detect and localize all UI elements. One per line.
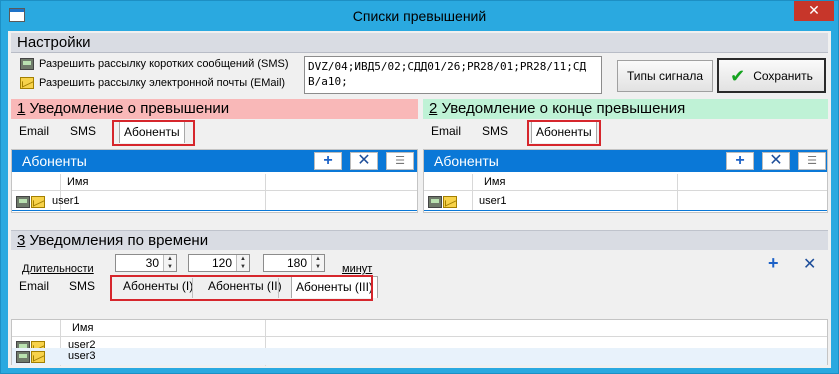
divider	[12, 190, 417, 191]
spin-arrows-icon[interactable]: ▲ ▼	[311, 255, 324, 271]
app-window: Списки превышений ✕ Настройки Разрешить …	[0, 0, 839, 374]
plus-icon: +	[768, 253, 779, 273]
minutes-label: минут	[342, 263, 373, 275]
duration-value: 120	[211, 256, 232, 270]
signal-codes-field[interactable]: DVZ/04;ИВД5/02;СДД01/26;PR28/01;PR28/11;…	[304, 56, 602, 94]
mail-icon	[31, 350, 45, 363]
phone-icon	[16, 350, 30, 363]
list-button[interactable]: ☰	[386, 152, 414, 170]
column-header-name: Имя	[67, 174, 89, 190]
divider	[12, 210, 417, 211]
plus-icon: +	[323, 152, 333, 169]
table-row[interactable]: user3	[68, 350, 96, 362]
section3-grid: Имя user2 user3	[11, 319, 828, 366]
save-button[interactable]: ✔ Сохранить	[717, 58, 826, 93]
client-area: Настройки Разрешить рассылку коротких со…	[8, 31, 831, 368]
table-row[interactable]: user1	[479, 195, 507, 207]
column-header-name: Имя	[484, 174, 506, 190]
window-title: Списки превышений	[352, 8, 487, 24]
phone-icon	[16, 195, 30, 208]
divider	[278, 278, 279, 298]
duration-spinner[interactable]: 180 ▲ ▼	[263, 254, 325, 272]
divider	[677, 174, 678, 210]
table-row[interactable]: user1	[52, 195, 80, 207]
tab-sms[interactable]: SMS	[66, 121, 100, 143]
spin-arrows-icon[interactable]: ▲ ▼	[236, 255, 249, 271]
mail-icon	[20, 77, 34, 90]
section3-header: 3 Уведомления по времени	[11, 230, 828, 250]
x-icon: ✕	[769, 152, 783, 169]
tab-sms[interactable]: SMS	[478, 121, 512, 143]
divider	[265, 174, 266, 210]
delete-button[interactable]: ✕	[350, 152, 378, 170]
mail-icon	[31, 195, 45, 208]
duration-spinner[interactable]: 120 ▲ ▼	[188, 254, 250, 272]
duration-value: 180	[286, 256, 307, 270]
tab-sms[interactable]: SMS	[65, 276, 99, 298]
signal-types-button[interactable]: Типы сигнала	[617, 60, 713, 92]
save-button-label: Сохранить	[753, 69, 813, 83]
table-row-bg	[12, 348, 827, 365]
title-bar: Списки превышений ✕	[1, 1, 838, 31]
tab-email[interactable]: Email	[427, 121, 465, 143]
column-header-name: Имя	[72, 320, 94, 336]
mail-icon	[443, 195, 457, 208]
close-button[interactable]: ✕	[794, 1, 834, 21]
row-icons	[16, 349, 46, 363]
divider	[424, 190, 827, 191]
section2-header: 2 Уведомление о конце превышения	[423, 99, 828, 119]
highlight-box	[527, 120, 601, 146]
durations-label[interactable]: Длительности	[22, 263, 94, 275]
divider	[12, 336, 827, 337]
tab-email[interactable]: Email	[15, 121, 53, 143]
section1-grid: Абоненты + ✕ ☰ Имя user1	[11, 149, 418, 213]
delete-button[interactable]: ✕	[762, 152, 790, 170]
list-icon: ☰	[395, 155, 405, 167]
section2-title: Уведомление о конце превышения	[437, 100, 686, 117]
settings-header: Настройки	[11, 33, 828, 53]
divider	[472, 174, 473, 210]
list-icon: ☰	[807, 155, 817, 167]
email-checkbox[interactable]: Разрешить рассылку электронной почты (EM…	[20, 77, 286, 90]
sms-checkbox[interactable]: Разрешить рассылку коротких сообщений (S…	[20, 58, 289, 71]
plus-icon: +	[735, 152, 745, 169]
list-button[interactable]: ☰	[798, 152, 826, 170]
add-button[interactable]: +	[726, 152, 754, 170]
add-button[interactable]: +	[314, 152, 342, 170]
phone-icon	[428, 195, 442, 208]
spin-arrows-icon[interactable]: ▲ ▼	[163, 255, 176, 271]
check-icon: ✔	[730, 66, 746, 86]
divider	[424, 210, 827, 211]
highlight-box	[112, 120, 195, 146]
x-icon: ✕	[357, 152, 371, 169]
section1-header: 1 Уведомление о превышении	[11, 99, 418, 119]
email-checkbox-label: Разрешить рассылку электронной почты (EM…	[39, 77, 286, 89]
section3-title: Уведомления по времени	[25, 232, 209, 249]
duration-value: 30	[145, 256, 159, 270]
section2-tabs: Email SMS Абоненты	[423, 121, 828, 143]
divider	[192, 278, 193, 298]
highlight-box	[110, 275, 373, 301]
duration-spinner[interactable]: 30 ▲ ▼	[115, 254, 177, 272]
row-icons	[16, 194, 46, 208]
section1-title: Уведомление о превышении	[25, 100, 230, 117]
section1-tabs: Email SMS Абоненты	[11, 121, 418, 143]
add-button[interactable]: +	[768, 253, 779, 274]
section2-grid: Абоненты + ✕ ☰ Имя user1	[423, 149, 828, 213]
delete-button[interactable]: ✕	[803, 254, 816, 274]
row-icons	[428, 194, 458, 208]
phone-icon	[20, 58, 34, 71]
x-icon: ✕	[803, 256, 817, 273]
tab-email[interactable]: Email	[15, 276, 53, 298]
sms-checkbox-label: Разрешить рассылку коротких сообщений (S…	[39, 58, 289, 70]
